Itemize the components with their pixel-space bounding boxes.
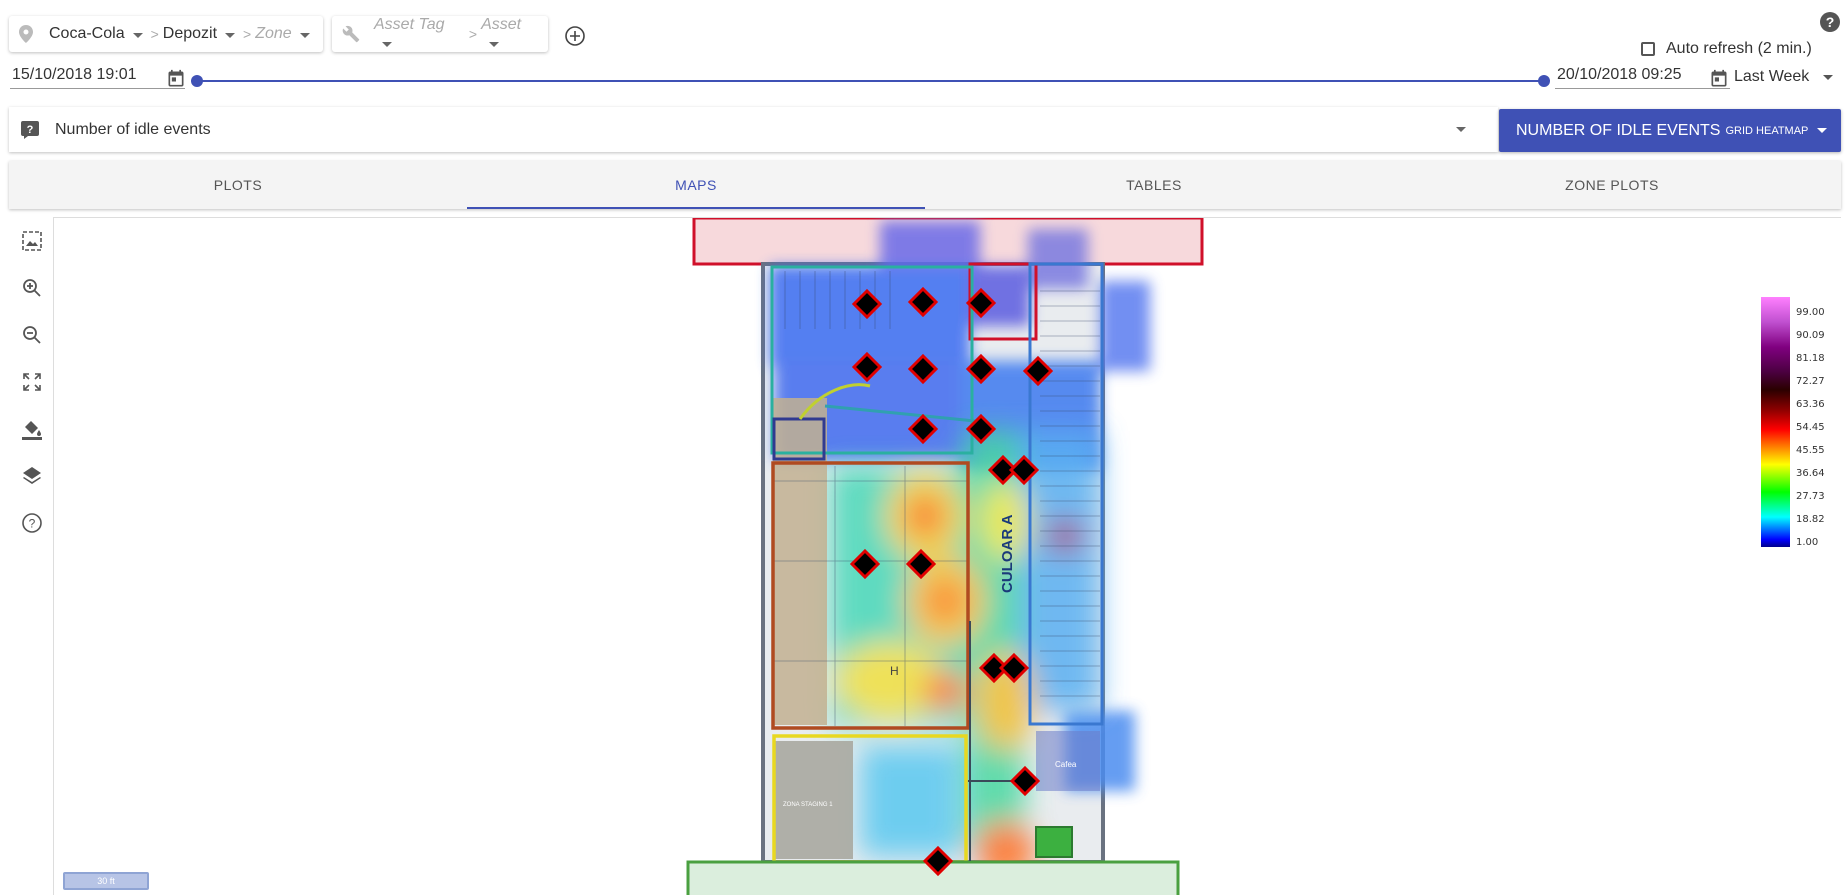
legend-tick: 27.73	[1796, 491, 1825, 502]
time-range-end-handle[interactable]	[1538, 75, 1550, 87]
start-date-input[interactable]: 15/10/2018 19:01	[10, 64, 185, 89]
legend-tick: 1.00	[1796, 537, 1819, 548]
company-value: Coca-Cola	[49, 25, 125, 42]
location-pin-icon	[19, 25, 33, 43]
legend-tick: 45.55	[1796, 445, 1825, 456]
fullscreen-button[interactable]	[9, 358, 54, 405]
help-circle-icon: ?	[1820, 12, 1840, 32]
location-filter[interactable]: Coca-Cola > Depozit > Zone	[9, 16, 323, 52]
tab-maps-label: MAPS	[675, 177, 717, 193]
separator-icon: >	[150, 26, 159, 42]
paint-bucket-icon	[21, 420, 42, 440]
stage-label: ZONA STAGING 1	[783, 802, 833, 808]
location-select[interactable]: Depozit	[162, 25, 236, 43]
fit-view-button[interactable]	[9, 217, 54, 264]
zoom-in-icon	[22, 278, 41, 297]
asset-tag-select[interactable]: Asset Tag	[374, 16, 461, 52]
end-date-value: 20/10/2018 09:25	[1557, 66, 1682, 83]
time-preset-value: Last Week	[1734, 68, 1810, 85]
separator-icon: >	[468, 26, 478, 42]
time-range-track	[197, 80, 1545, 82]
layers-icon	[22, 466, 41, 484]
zone-select[interactable]: Zone	[255, 25, 310, 43]
end-date-input[interactable]: 20/10/2018 09:25	[1555, 64, 1730, 89]
legend-tick: 18.82	[1796, 514, 1825, 525]
tab-zone-plots[interactable]: ZONE PLOTS	[1383, 161, 1841, 209]
heatmap-legend	[1761, 297, 1790, 547]
tab-plots[interactable]: PLOTS	[9, 161, 467, 209]
chevron-down-icon	[225, 33, 236, 38]
zone-placeholder: Zone	[255, 25, 292, 42]
metric-view-button[interactable]: NUMBER OF IDLE EVENTS GRID HEATMAP	[1499, 109, 1841, 152]
auto-refresh-checkbox[interactable]	[1641, 42, 1655, 56]
location-value: Depozit	[162, 25, 218, 42]
paint-bucket-button[interactable]	[9, 405, 54, 452]
chevron-down-icon	[489, 42, 500, 47]
zoom-out-icon	[22, 325, 41, 344]
zoom-out-button[interactable]	[9, 311, 54, 358]
tab-tables[interactable]: TABLES	[925, 161, 1383, 209]
company-select[interactable]: Coca-Cola	[49, 25, 143, 43]
legend-tick: 90.09	[1796, 330, 1825, 341]
calendar-icon[interactable]	[1709, 69, 1729, 94]
floorplan-heatmap: CULOAR A H Cafea ZONA STAGING 1	[686, 218, 1204, 895]
calendar-icon[interactable]	[166, 69, 186, 94]
metric-select[interactable]: ? Number of idle events	[9, 107, 1498, 152]
asset-placeholder: Asset	[481, 16, 522, 33]
chevron-down-icon	[1456, 127, 1466, 132]
chevron-down-icon	[1817, 128, 1828, 133]
fit-view-icon	[21, 230, 42, 251]
scale-bar: 30 ft	[63, 872, 149, 890]
separator-icon: >	[243, 26, 252, 42]
chevron-down-icon	[299, 33, 310, 38]
zoom-in-button[interactable]	[9, 264, 54, 311]
chevron-down-icon	[382, 42, 392, 47]
view-tabs: PLOTS MAPS TABLES ZONE PLOTS	[9, 161, 1841, 209]
legend-tick: 63.36	[1796, 399, 1825, 410]
fullscreen-icon	[22, 372, 41, 391]
chevron-down-icon	[132, 33, 143, 38]
svg-text:?: ?	[27, 124, 34, 136]
tab-plots-label: PLOTS	[213, 177, 263, 193]
asset-filter[interactable]: Asset Tag > Asset	[332, 16, 548, 52]
chevron-down-icon	[1823, 74, 1834, 80]
auto-refresh-label: Auto refresh (2 min.)	[1666, 40, 1812, 57]
tab-maps[interactable]: MAPS	[467, 161, 925, 209]
asset-select[interactable]: Asset	[481, 16, 538, 52]
zone-green-small	[1035, 826, 1073, 858]
legend-tick: 72.27	[1796, 376, 1825, 387]
legend-tick: 54.45	[1796, 422, 1825, 433]
svg-text:?: ?	[1826, 14, 1835, 30]
time-range-start-handle[interactable]	[191, 75, 203, 87]
svg-text:?: ?	[28, 516, 35, 530]
add-filter-button[interactable]	[564, 25, 586, 47]
aisle-label: CULOAR A	[999, 514, 1016, 593]
map-help-button[interactable]: ?	[9, 499, 54, 546]
map-toolbar: ?	[9, 217, 54, 895]
start-date-value: 15/10/2018 19:01	[12, 66, 137, 83]
asset-tag-placeholder: Asset Tag	[374, 16, 445, 33]
legend-tick: 81.18	[1796, 353, 1825, 364]
metric-button-sub: GRID HEATMAP	[1725, 124, 1809, 137]
help-button[interactable]: ?	[1820, 12, 1840, 32]
tab-zone-plots-label: ZONE PLOTS	[1565, 177, 1659, 193]
time-preset-select[interactable]: Last Week	[1734, 68, 1834, 86]
room-label: Cafea	[1055, 760, 1077, 769]
legend-tick: 99.00	[1796, 307, 1825, 318]
add-circle-icon	[565, 26, 585, 46]
layers-button[interactable]	[9, 452, 54, 499]
hall-label: H	[890, 664, 899, 678]
help-icon: ?	[21, 512, 42, 533]
legend-tick: 36.64	[1796, 468, 1825, 479]
map-canvas[interactable]: CULOAR A H Cafea ZONA STAGING 1	[54, 217, 1841, 895]
auto-refresh-toggle[interactable]: Auto refresh (2 min.)	[1641, 40, 1812, 58]
scale-label: 30 ft	[97, 876, 115, 886]
wrench-icon	[342, 25, 360, 43]
metric-button-label: NUMBER OF IDLE EVENTS	[1516, 121, 1721, 139]
metric-select-value: Number of idle events	[55, 120, 211, 138]
tab-tables-label: TABLES	[1126, 177, 1182, 193]
metric-help-icon: ?	[21, 120, 39, 139]
